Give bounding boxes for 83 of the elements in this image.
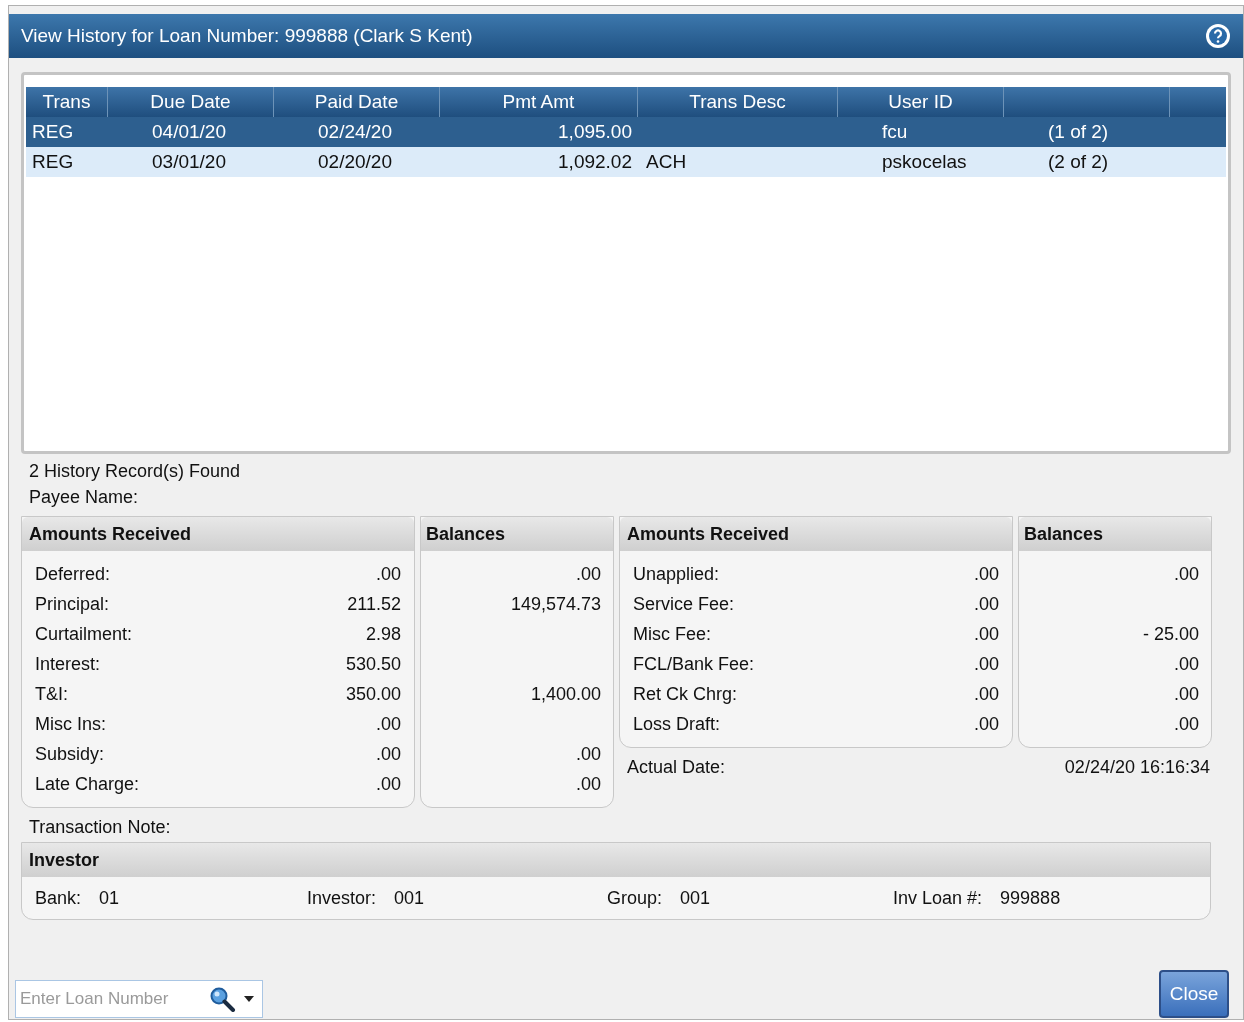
panel-header: Balances [1019,517,1211,551]
field-label: Subsidy: [35,742,105,766]
field-value: 001 [394,886,425,910]
field-label: Bank: [35,886,82,910]
balance-value: .00 [575,742,601,766]
amount-value: .00 [973,562,999,586]
field-label: Interest: [35,652,101,676]
help-icon[interactable] [1205,23,1231,49]
field-label: FCL/Bank Fee: [633,652,755,676]
balance-value: .00 [1173,652,1199,676]
column-header[interactable]: Pmt Amt [502,87,575,117]
column-header[interactable]: Due Date [150,87,231,117]
dropdown-caret-icon[interactable] [243,995,255,1003]
table-cell-text: (1 of 2) [1048,119,1109,144]
field-label: Loss Draft: [633,712,721,736]
payee-label: Payee Name: [28,486,140,509]
column-header[interactable]: Paid Date [314,87,399,117]
column-header[interactable]: User ID [888,87,953,117]
table-row[interactable]: REG 04/01/20 02/24/20 1,095.00 fcu (1 of 2) [26,117,1226,147]
amount-value: 211.52 [347,592,401,616]
amount-value: 2.98 [365,622,401,646]
panel-header: Balances [421,517,613,551]
transaction-note-label: Transaction Note: [28,816,172,839]
field-label: Actual Date: [627,756,726,779]
field-label: Group: [607,886,663,910]
table-cell-text: 03/01/20 [152,149,226,174]
loan-search-field[interactable]: Enter Loan Number [15,980,263,1018]
field-label: Curtailment: [35,622,133,646]
panel-header: Amounts Received [620,517,1012,551]
field-label: Deferred: [35,562,111,586]
records-found-text: 2 History Record(s) Found [28,460,242,483]
table-cell-text: pskocelas [882,149,967,174]
table-cell-text: 1,092.02 [558,149,632,174]
amount-value: .00 [375,712,401,736]
field-value: 01 [99,886,120,910]
amount-value: .00 [973,652,999,676]
column-header[interactable]: Trans [42,87,91,117]
close-button[interactable]: Close [1159,970,1229,1018]
table-cell-text: fcu [882,119,908,144]
balance-value: .00 [575,562,601,586]
balance-value: 1,400.00 [530,682,601,706]
field-label: Principal: [35,592,110,616]
table-cell-text: ACH [646,149,687,174]
field-label: Unapplied: [633,562,720,586]
amount-value: .00 [973,682,999,706]
panel-header: Investor [22,843,1210,877]
amount-value: .00 [375,742,401,766]
amount-value: .00 [973,622,999,646]
field-label: Service Fee: [633,592,735,616]
column-header[interactable]: Trans Desc [689,87,786,117]
field-value: 001 [680,886,711,910]
panel-header: Amounts Received [22,517,414,551]
balance-value: .00 [1173,682,1199,706]
amount-value: 530.50 [345,652,401,676]
table-cell-text: 02/24/20 [318,119,392,144]
field-value: 999888 [1000,886,1061,910]
amount-value: .00 [375,562,401,586]
field-label: Misc Fee: [633,622,711,646]
field-label: Inv Loan #: [893,886,983,910]
search-icon[interactable] [209,986,237,1012]
balance-value: .00 [1173,562,1199,586]
balance-value: - 25.00 [1142,622,1199,646]
field-label: Investor: [307,886,377,910]
table-cell-text: 1,095.00 [558,119,632,144]
amount-value: .00 [973,712,999,736]
balance-value: 149,574.73 [510,592,601,616]
amount-value: .00 [375,772,401,796]
table-cell-text: (2 of 2) [1048,149,1109,174]
table-cell-text: 04/01/20 [152,119,226,144]
field-label: Misc Ins: [35,712,106,736]
table-cell-text: REG [32,149,74,174]
balance-value: .00 [1173,712,1199,736]
window-title: View History for Loan Number: 999888 (Clark S Kent) [21,23,473,48]
balance-value: .00 [575,772,601,796]
table-row[interactable]: REG 03/01/20 02/20/20 1,092.02 ACH pskocelas (2 of 2) [26,147,1226,177]
amount-value: .00 [973,592,999,616]
table-cell-text: 02/20/20 [318,149,392,174]
date-value: 02/24/20 16:16:34 [1064,756,1210,779]
field-label: Late Charge: [35,772,140,796]
table-cell-text: REG [32,119,74,144]
amount-value: 350.00 [345,682,401,706]
field-label: Ret Ck Chrg: [633,682,738,706]
field-label: T&I: [35,682,68,706]
